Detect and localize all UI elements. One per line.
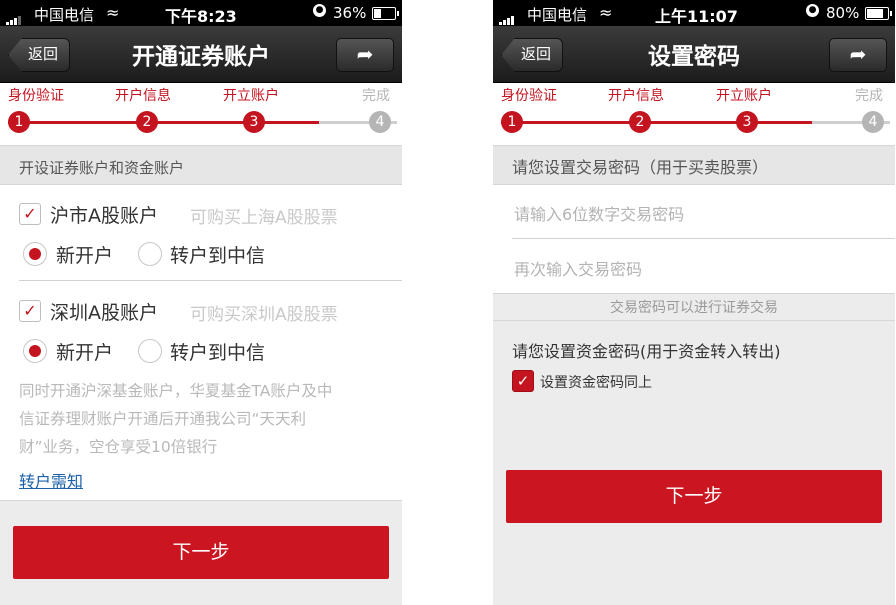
- progress-steps: 身份验证 开户信息 开立账户 完成 1 2 3 4: [0, 83, 402, 145]
- next-button[interactable]: 下一步: [506, 470, 882, 523]
- battery-fill: [374, 9, 381, 18]
- step-label-2: 开户信息: [115, 88, 171, 104]
- carrier-label: 中国电信: [527, 6, 588, 24]
- trade-password-placeholder: 请输入6位数字交易密码: [514, 205, 685, 224]
- carrier-label: 中国电信: [34, 6, 95, 24]
- sz-account-hint: 可购买深圳A股股票: [190, 305, 338, 325]
- sh-account-checkbox[interactable]: ✓: [19, 203, 41, 225]
- notice-line-3: 财”业务，空仓享受10倍银行: [19, 438, 218, 456]
- radio-selected-dot: [29, 248, 41, 260]
- step-line-done: [8, 121, 319, 124]
- status-bar: 中国电信 ≈ 下午8:23 ● 36%: [0, 0, 402, 26]
- sz-transfer-radio[interactable]: [138, 339, 162, 363]
- wifi-icon: ≈: [106, 3, 120, 22]
- trade-password-input[interactable]: 请输入6位数字交易密码: [512, 186, 895, 239]
- step-label-3: 开立账户: [716, 88, 772, 104]
- right-phone-screen: 中国电信 ≈ 上午11:07 ● 80% 返回 设置密码 ➦ 身份验证 开户信息…: [493, 0, 895, 605]
- notice-line-2: 信证券理财账户开通后开通我公司“天天利: [19, 410, 307, 428]
- step-dot-1: 1: [8, 111, 30, 133]
- notice-line-1: 同时开通沪深基金账户，华夏基金TA账户及中: [19, 382, 333, 400]
- step-dot-3: 3: [243, 111, 265, 133]
- same-password-label: 设置资金密码同上: [540, 375, 652, 391]
- wifi-icon: ≈: [599, 3, 613, 22]
- check-icon: ✓: [23, 204, 37, 223]
- step-label-3: 开立账户: [223, 88, 279, 104]
- next-button[interactable]: 下一步: [13, 526, 389, 579]
- battery-icon: [865, 7, 892, 20]
- sz-account-label: 深圳A股账户: [50, 302, 158, 324]
- step-line-done: [501, 121, 812, 124]
- rotation-lock-icon: ●: [806, 4, 819, 17]
- transfer-notice-link[interactable]: 转户需知: [19, 468, 83, 492]
- sz-new-account-label: 新开户: [56, 342, 114, 364]
- nav-bar: 返回 开通证券账户 ➦: [0, 26, 402, 83]
- status-bar: 中国电信 ≈ 上午11:07 ● 80%: [493, 0, 895, 26]
- trade-password-confirm-input[interactable]: 再次输入交易密码: [512, 239, 895, 293]
- sz-new-account-radio[interactable]: [23, 339, 47, 363]
- check-icon: ✓: [516, 372, 530, 390]
- status-time: 下午8:23: [165, 7, 237, 26]
- radio-selected-dot: [29, 345, 41, 357]
- step-label-1: 身份验证: [8, 88, 64, 104]
- trade-password-note: 交易密码可以进行证券交易: [610, 300, 778, 316]
- sh-account-hint: 可购买上海A股股票: [190, 208, 338, 228]
- check-icon: ✓: [23, 301, 37, 320]
- back-button-label: 返回: [520, 45, 551, 63]
- battery-icon: [372, 7, 399, 20]
- trade-password-confirm-placeholder: 再次输入交易密码: [514, 260, 643, 279]
- share-button[interactable]: ➦: [829, 38, 887, 72]
- sh-new-account-radio[interactable]: [23, 242, 47, 266]
- signal-icon: [499, 7, 515, 25]
- section-title: 开设证券账户和资金账户: [0, 145, 402, 185]
- share-button[interactable]: ➦: [336, 38, 394, 72]
- signal-icon: [6, 7, 22, 25]
- left-phone-screen: 中国电信 ≈ 下午8:23 ● 36% 返回 开通证券账户 ➦ 身份验证 开户信…: [0, 0, 402, 605]
- step-dot-4: 4: [862, 111, 884, 133]
- step-label-4: 完成: [362, 88, 390, 104]
- share-icon: ➦: [849, 42, 867, 66]
- fund-password-title: 请您设置资金密码(用于资金转入转出): [512, 342, 781, 361]
- step-label-2: 开户信息: [608, 88, 664, 104]
- step-dot-1: 1: [501, 111, 523, 133]
- sh-new-account-label: 新开户: [56, 245, 114, 267]
- divider: [19, 280, 402, 281]
- sh-transfer-radio[interactable]: [138, 242, 162, 266]
- battery-percent: 36%: [333, 4, 367, 22]
- step-dot-2: 2: [629, 111, 651, 133]
- share-icon: ➦: [356, 42, 374, 66]
- status-time: 上午11:07: [655, 7, 738, 26]
- step-dot-4: 4: [369, 111, 391, 133]
- back-button-label: 返回: [27, 45, 58, 63]
- step-label-4: 完成: [855, 88, 883, 104]
- battery-percent: 80%: [826, 4, 860, 22]
- battery-fill: [867, 9, 883, 18]
- progress-steps: 身份验证 开户信息 开立账户 完成 1 2 3 4: [493, 83, 895, 145]
- step-dot-3: 3: [736, 111, 758, 133]
- divider: [493, 320, 895, 321]
- rotation-lock-icon: ●: [313, 4, 326, 17]
- sz-account-checkbox[interactable]: ✓: [19, 300, 41, 322]
- step-dot-2: 2: [136, 111, 158, 133]
- sz-transfer-label: 转户到中信: [170, 342, 266, 364]
- step-label-1: 身份验证: [501, 88, 557, 104]
- same-password-checkbox[interactable]: ✓: [512, 370, 534, 392]
- nav-bar: 返回 设置密码 ➦: [493, 26, 895, 83]
- sh-transfer-label: 转户到中信: [170, 245, 266, 267]
- sh-account-label: 沪市A股账户: [50, 205, 158, 227]
- trade-password-title: 请您设置交易密码（用于买卖股票）: [493, 145, 895, 185]
